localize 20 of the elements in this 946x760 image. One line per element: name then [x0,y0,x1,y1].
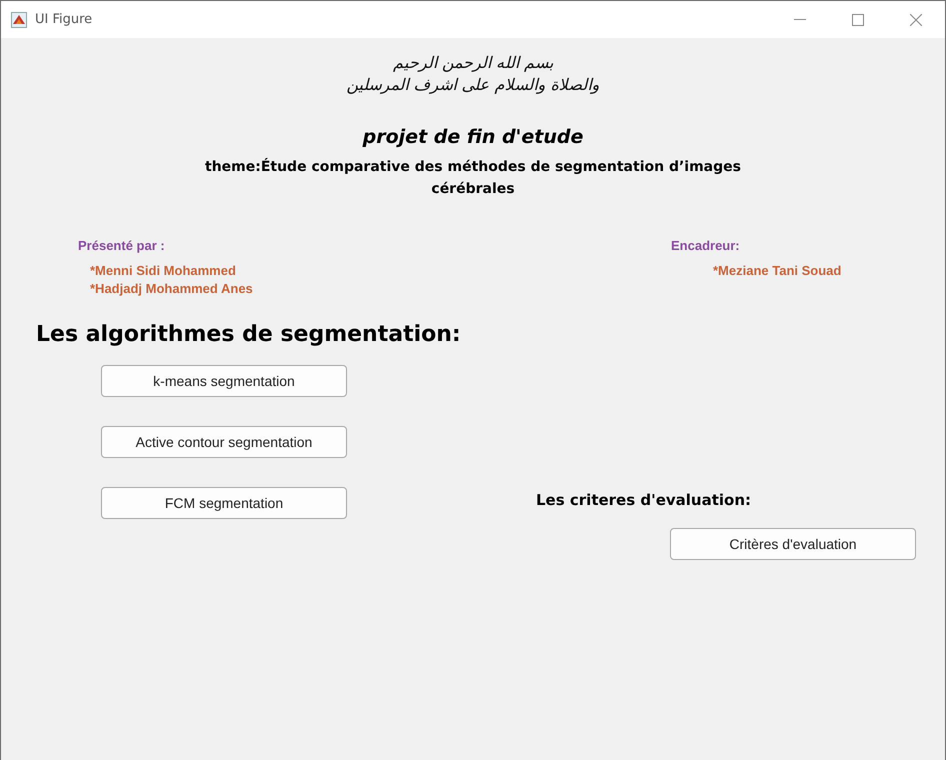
project-title: projet de fin d'etude [362,126,584,148]
maximize-icon [852,14,864,26]
student-name: *Hadjadj Mohammed Anes [90,280,253,298]
evaluation-heading: Les criteres d'evaluation: [536,491,752,509]
supervisor-label: Encadreur: [671,238,740,253]
app-icon [11,12,27,28]
presenters-label: Présenté par : [78,238,165,253]
segmentation-button[interactable]: FCM segmentation [101,487,347,519]
window-title: UI Figure [35,12,94,27]
minimize-icon [794,19,806,20]
student-name: *Menni Sidi Mohammed [90,262,236,280]
arabic-calligraphy: بسم الله الرحمن الرحيم [392,52,554,74]
segmentation-button[interactable]: Active contour segmentation [101,426,347,458]
segmentation-button[interactable]: k-means segmentation [101,365,347,397]
supervisor-name: *Meziane Tani Souad [713,262,842,280]
evaluation-button[interactable]: Critères d'evaluation [670,528,916,560]
arabic-calligraphy: والصلاة والسلام على اشرف المرسلين [346,74,600,96]
close-icon [910,14,922,26]
algorithms-heading: Les algorithmes de segmentation: [36,322,461,347]
theme-text: theme:Étude comparative des méthodes de segmentation d’images cérébrales [205,157,741,199]
